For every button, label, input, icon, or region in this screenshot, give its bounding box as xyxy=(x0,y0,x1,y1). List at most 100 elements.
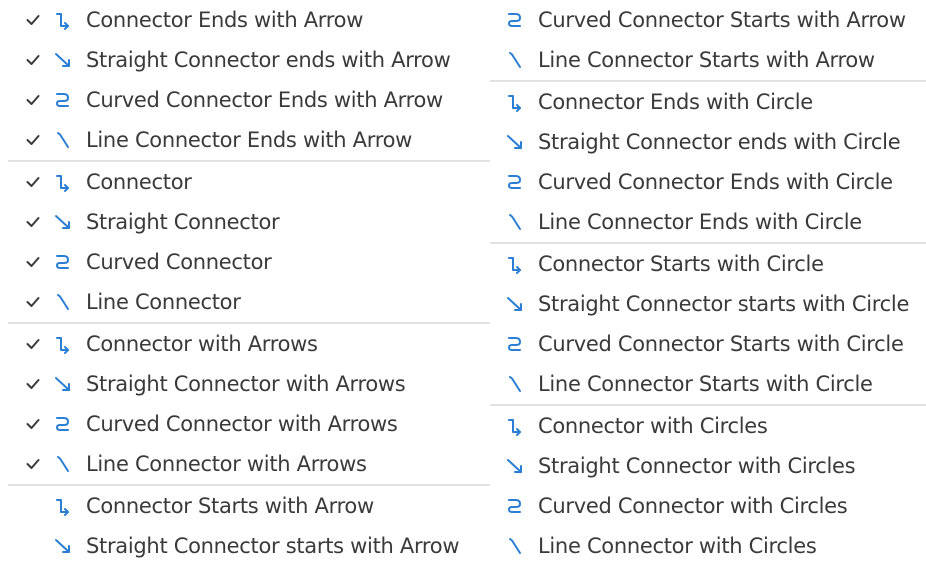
straight-connector-starts-arrow-icon xyxy=(52,526,74,564)
checkmark-icon xyxy=(24,40,42,80)
menu-item-curved-connector-ends-with-arrow[interactable]: Curved Connector Ends with Arrow xyxy=(0,80,490,120)
menu-item-connector[interactable]: Connector xyxy=(0,162,490,202)
checkmark-icon xyxy=(24,282,42,322)
checkmark-icon xyxy=(24,404,42,444)
menu-item-label: Straight Connector xyxy=(86,210,280,234)
menu-item-label: Straight Connector starts with Circle xyxy=(538,292,910,316)
menu-item-line-connector-ends-with-arrow[interactable]: Line Connector Ends with Arrow xyxy=(0,120,490,160)
connector-ends-arrow-icon xyxy=(52,0,74,40)
menu-item-label: Curved Connector Starts with Arrow xyxy=(538,8,906,32)
checkmark-placeholder xyxy=(24,486,42,526)
straight-connector-ends-circle-icon xyxy=(504,122,526,162)
menu-item-connector-with-circles[interactable]: Connector with Circles xyxy=(490,406,926,446)
menu-item-straight-connector-ends-with-arrow[interactable]: Straight Connector ends with Arrow xyxy=(0,40,490,80)
menu-item-label: Connector with Circles xyxy=(538,414,768,438)
line-connector-icon xyxy=(52,282,74,322)
menu-item-curved-connector-with-circles[interactable]: Curved Connector with Circles xyxy=(490,486,926,526)
menu-item-connector-ends-with-arrow[interactable]: Connector Ends with Arrow xyxy=(0,0,490,40)
menu-item-label: Curved Connector with Arrows xyxy=(86,412,398,436)
menu-item-label: Straight Connector ends with Circle xyxy=(538,130,901,154)
menu-item-curved-connector-starts-with-arrow[interactable]: Curved Connector Starts with Arrow xyxy=(490,0,926,40)
checkmark-icon xyxy=(24,364,42,404)
menu-item-label: Curved Connector xyxy=(86,250,272,274)
line-connector-ends-circle-icon xyxy=(504,202,526,242)
menu-item-label: Curved Connector Ends with Circle xyxy=(538,170,893,194)
line-connector-starts-circle-icon xyxy=(504,364,526,404)
menu-item-straight-connector-ends-with-circle[interactable]: Straight Connector ends with Circle xyxy=(490,122,926,162)
straight-connector-icon xyxy=(52,202,74,242)
menu-item-label: Straight Connector with Arrows xyxy=(86,372,406,396)
checkmark-icon xyxy=(24,80,42,120)
curved-connector-with-circles-icon xyxy=(504,486,526,526)
menu-item-label: Connector with Arrows xyxy=(86,332,318,356)
menu-item-line-connector-with-arrows[interactable]: Line Connector with Arrows xyxy=(0,444,490,484)
checkmark-icon xyxy=(24,202,42,242)
menu-item-straight-connector-starts-with-arrow[interactable]: Straight Connector starts with Arrow xyxy=(0,526,490,564)
menu-item-straight-connector[interactable]: Straight Connector xyxy=(0,202,490,242)
menu-item-straight-connector-with-circles[interactable]: Straight Connector with Circles xyxy=(490,446,926,486)
menu-item-label: Curved Connector Starts with Circle xyxy=(538,332,904,356)
menu-item-label: Curved Connector with Circles xyxy=(538,494,848,518)
connector-with-circles-icon xyxy=(504,406,526,446)
curved-connector-starts-arrow-icon xyxy=(504,0,526,40)
menu-item-label: Line Connector Starts with Circle xyxy=(538,372,873,396)
left-menu-column: Connector Ends with Arrow Straight Connec… xyxy=(0,0,490,564)
connector-icon xyxy=(52,162,74,202)
checkmark-icon xyxy=(24,0,42,40)
menu-item-straight-connector-with-arrows[interactable]: Straight Connector with Arrows xyxy=(0,364,490,404)
curved-connector-starts-circle-icon xyxy=(504,324,526,364)
menu-item-label: Line Connector Starts with Arrow xyxy=(538,48,875,72)
straight-connector-with-circles-icon xyxy=(504,446,526,486)
menu-item-connector-starts-with-arrow[interactable]: Connector Starts with Arrow xyxy=(0,486,490,526)
menu-item-label: Connector Ends with Circle xyxy=(538,90,813,114)
menu-item-label: Straight Connector starts with Arrow xyxy=(86,534,460,558)
menu-item-curved-connector-ends-with-circle[interactable]: Curved Connector Ends with Circle xyxy=(490,162,926,202)
curved-connector-with-arrows-icon xyxy=(52,404,74,444)
menu-item-curved-connector-with-arrows[interactable]: Curved Connector with Arrows xyxy=(0,404,490,444)
menu-item-connector-starts-with-circle[interactable]: Connector Starts with Circle xyxy=(490,244,926,284)
menu-item-label: Line Connector Ends with Circle xyxy=(538,210,862,234)
menu-item-label: Curved Connector Ends with Arrow xyxy=(86,88,443,112)
straight-connector-starts-circle-icon xyxy=(504,284,526,324)
menu-item-label: Line Connector xyxy=(86,290,241,314)
connector-starts-circle-icon xyxy=(504,244,526,284)
menu-item-label: Straight Connector with Circles xyxy=(538,454,856,478)
menu-item-label: Connector xyxy=(86,170,192,194)
line-connector-with-circles-icon xyxy=(504,526,526,564)
checkmark-icon xyxy=(24,444,42,484)
curved-connector-ends-arrow-icon xyxy=(52,80,74,120)
straight-connector-with-arrows-icon xyxy=(52,364,74,404)
connector-with-arrows-icon xyxy=(52,324,74,364)
checkmark-placeholder xyxy=(24,526,42,564)
menu-item-label: Line Connector with Arrows xyxy=(86,452,367,476)
menu-item-connector-with-arrows[interactable]: Connector with Arrows xyxy=(0,324,490,364)
checkmark-icon xyxy=(24,242,42,282)
menu-item-line-connector-starts-with-arrow[interactable]: Line Connector Starts with Arrow xyxy=(490,40,926,80)
curved-connector-ends-circle-icon xyxy=(504,162,526,202)
line-connector-ends-arrow-icon xyxy=(52,120,74,160)
menu-item-label: Straight Connector ends with Arrow xyxy=(86,48,451,72)
menu-item-connector-ends-with-circle[interactable]: Connector Ends with Circle xyxy=(490,82,926,122)
menu-item-curved-connector[interactable]: Curved Connector xyxy=(0,242,490,282)
menu-item-label: Line Connector with Circles xyxy=(538,534,817,558)
checkmark-icon xyxy=(24,162,42,202)
menu-item-straight-connector-starts-with-circle[interactable]: Straight Connector starts with Circle xyxy=(490,284,926,324)
menu-item-curved-connector-starts-with-circle[interactable]: Curved Connector Starts with Circle xyxy=(490,324,926,364)
right-menu-column: Curved Connector Starts with Arrow Line C… xyxy=(490,0,926,564)
curved-connector-icon xyxy=(52,242,74,282)
connector-starts-arrow-icon xyxy=(52,486,74,526)
checkmark-icon xyxy=(24,324,42,364)
line-connector-starts-arrow-icon xyxy=(504,40,526,80)
menu-item-label: Line Connector Ends with Arrow xyxy=(86,128,413,152)
menu-item-line-connector[interactable]: Line Connector xyxy=(0,282,490,322)
menu-item-line-connector-ends-with-circle[interactable]: Line Connector Ends with Circle xyxy=(490,202,926,242)
straight-connector-ends-arrow-icon xyxy=(52,40,74,80)
menu-item-label: Connector Starts with Arrow xyxy=(86,494,374,518)
checkmark-icon xyxy=(24,120,42,160)
menu-item-label: Connector Starts with Circle xyxy=(538,252,824,276)
menu-item-line-connector-starts-with-circle[interactable]: Line Connector Starts with Circle xyxy=(490,364,926,404)
menu-item-label: Connector Ends with Arrow xyxy=(86,8,364,32)
menu-item-line-connector-with-circles[interactable]: Line Connector with Circles xyxy=(490,526,926,564)
line-connector-with-arrows-icon xyxy=(52,444,74,484)
connector-ends-circle-icon xyxy=(504,82,526,122)
